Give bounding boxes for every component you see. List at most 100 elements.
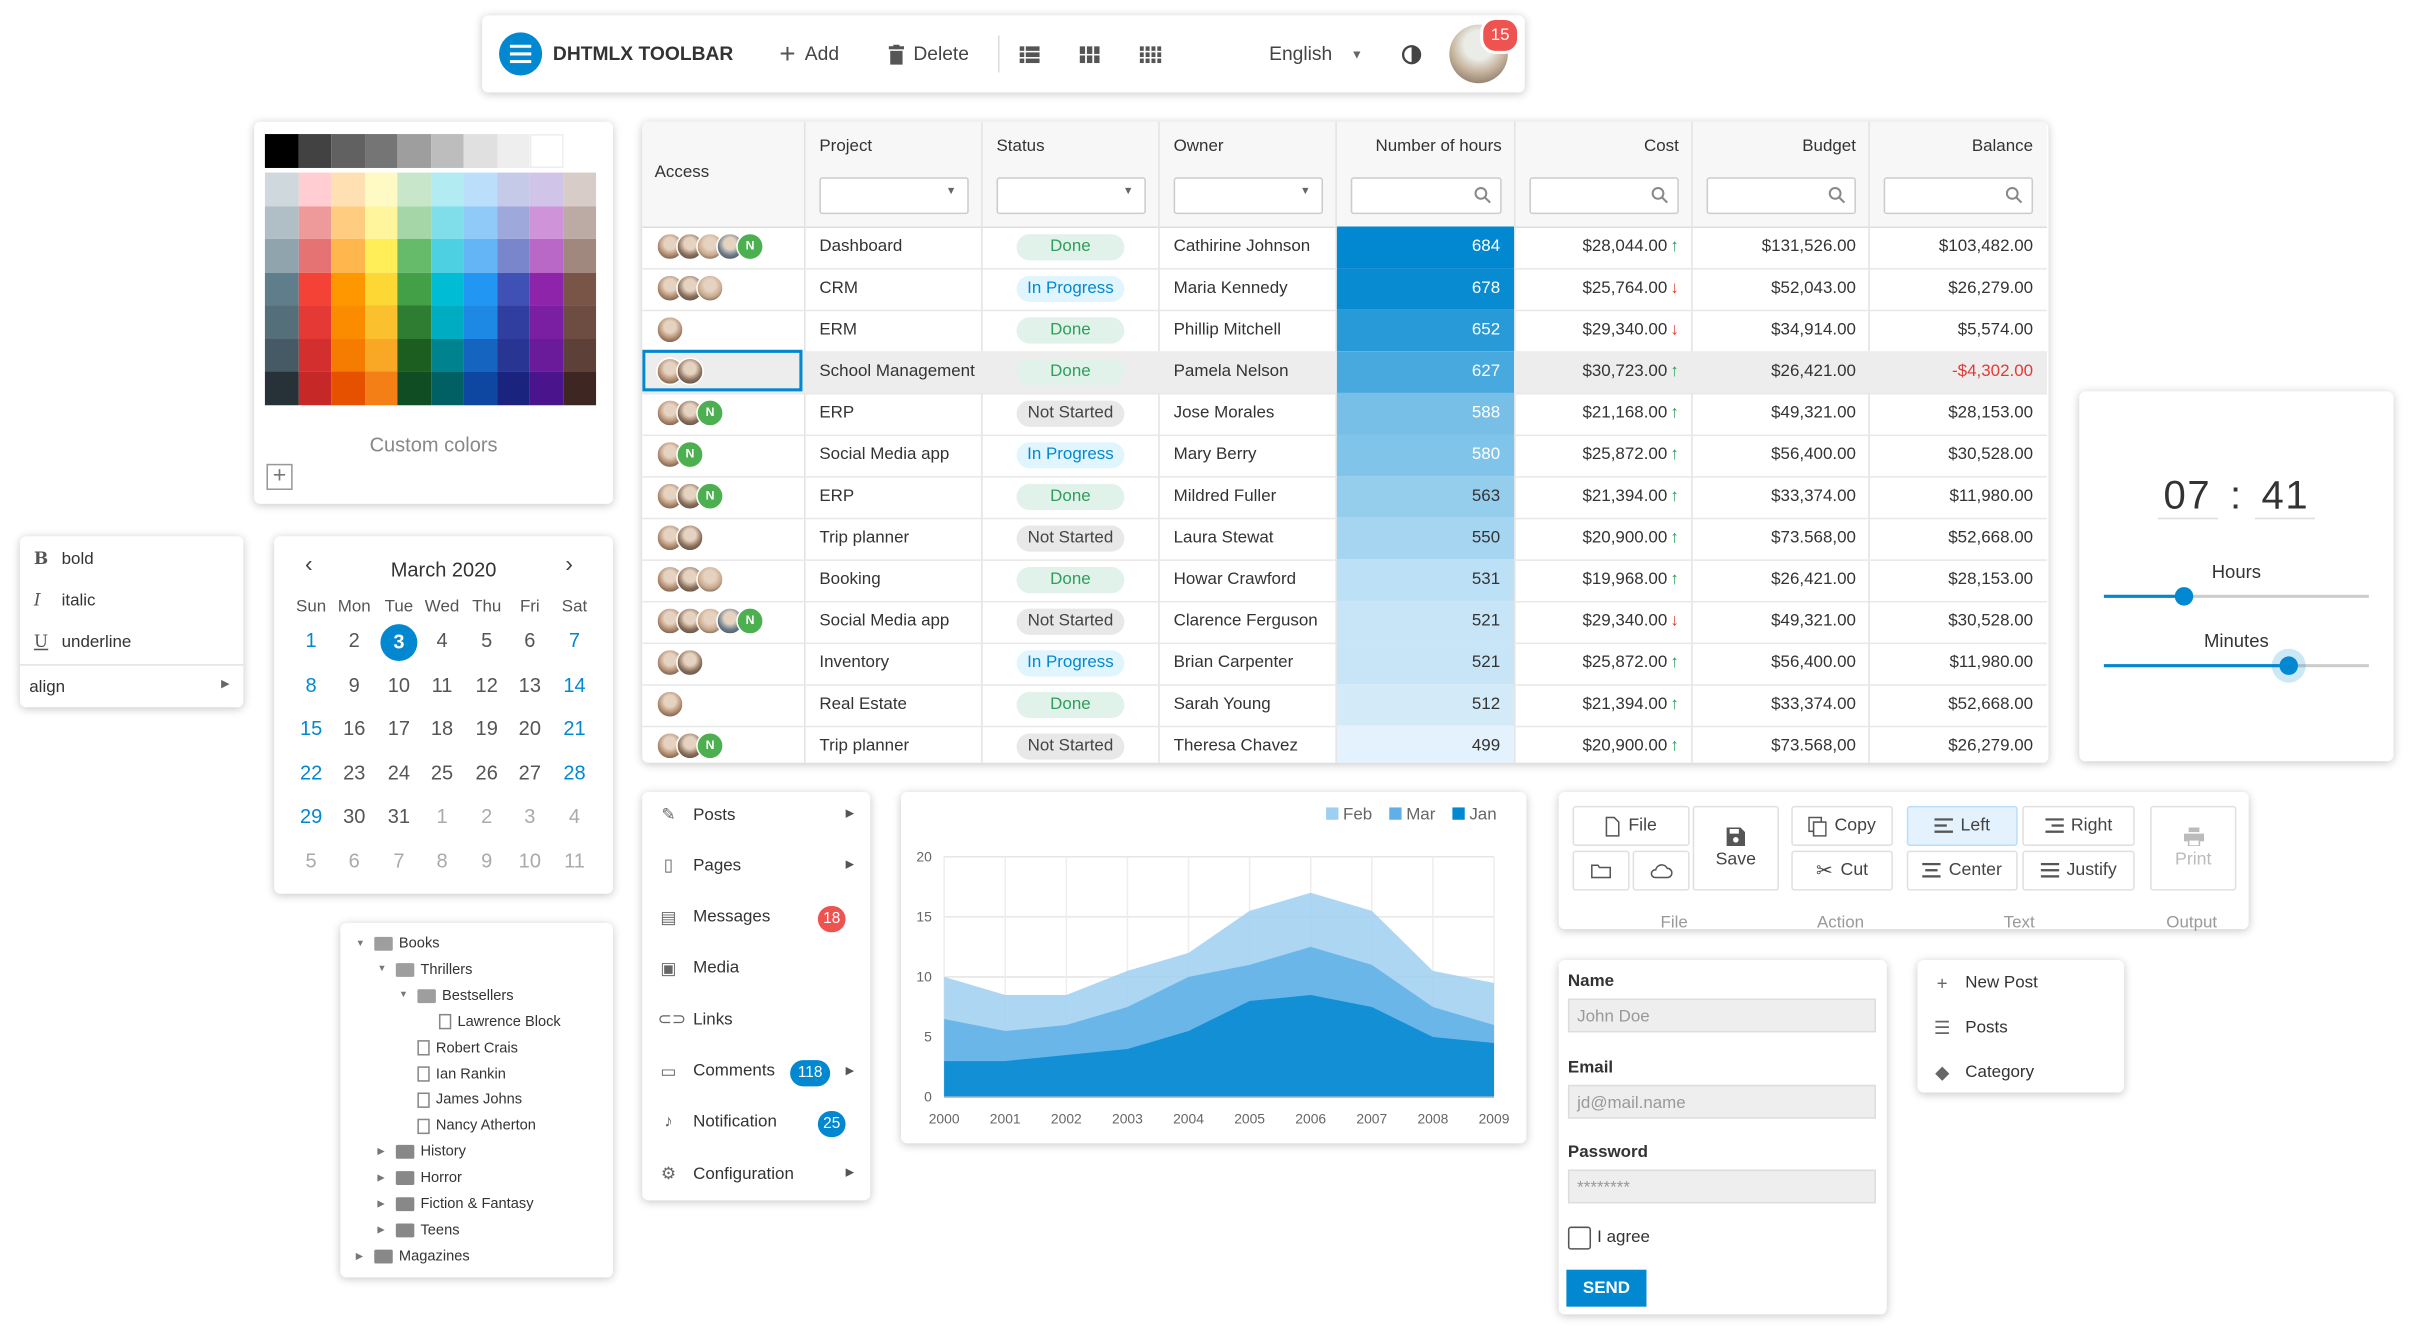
color-swatch[interactable] — [529, 271, 563, 306]
color-swatch[interactable] — [264, 271, 299, 306]
minutes-slider-track[interactable] — [2103, 648, 2369, 683]
color-swatch[interactable] — [364, 205, 398, 239]
color-swatch[interactable] — [397, 238, 431, 272]
calendar-day[interactable]: 6 — [333, 849, 376, 872]
color-swatch[interactable] — [430, 172, 464, 206]
calendar-day[interactable]: 26 — [465, 761, 508, 784]
color-swatch[interactable] — [430, 371, 464, 405]
agree-checkbox[interactable] — [1567, 1226, 1592, 1250]
calendar-day[interactable]: 2 — [465, 805, 508, 828]
color-swatch[interactable] — [430, 238, 464, 272]
color-swatch[interactable] — [562, 371, 597, 405]
color-swatch[interactable] — [298, 205, 332, 239]
menu-item-align[interactable]: align ▶ — [29, 678, 229, 696]
sidebar-item-posts[interactable]: ✎ Posts — [658, 804, 858, 824]
color-swatch[interactable] — [298, 271, 332, 306]
calendar-day[interactable]: 7 — [553, 629, 596, 652]
calendar-day[interactable]: 27 — [508, 761, 551, 784]
column-filter-input[interactable] — [1706, 177, 1856, 215]
color-swatch[interactable] — [496, 205, 530, 239]
color-swatch[interactable] — [331, 172, 365, 206]
color-swatch[interactable] — [463, 371, 497, 405]
calendar-day[interactable]: 5 — [465, 629, 508, 652]
calendar-day[interactable]: 8 — [420, 849, 463, 872]
caret-right-icon[interactable]: ▶ — [377, 1225, 389, 1235]
color-swatch[interactable] — [463, 172, 497, 206]
save-button[interactable]: Save — [1692, 805, 1779, 891]
color-swatch[interactable] — [264, 371, 299, 405]
color-swatch[interactable] — [331, 305, 365, 339]
color-swatch[interactable] — [397, 338, 431, 372]
color-swatch[interactable] — [331, 338, 365, 372]
color-swatch[interactable] — [264, 238, 299, 272]
calendar-day[interactable]: 9 — [465, 849, 508, 872]
calendar-day[interactable]: 25 — [420, 761, 463, 784]
column-header[interactable]: Project — [819, 137, 872, 155]
column-filter-input[interactable] — [1883, 177, 2034, 215]
calendar-day[interactable]: 6 — [508, 629, 551, 652]
calendar-day[interactable]: 11 — [553, 849, 596, 872]
calendar-day[interactable]: 31 — [377, 805, 420, 828]
color-swatch[interactable] — [562, 338, 597, 372]
print-button[interactable]: Print — [2150, 805, 2237, 891]
caret-down-icon[interactable]: ▼ — [377, 965, 389, 974]
caret-right-icon[interactable]: ▶ — [377, 1147, 389, 1157]
color-swatch[interactable] — [364, 271, 398, 306]
add-menu-item[interactable]: ◆ Category — [1933, 1062, 2133, 1084]
align-justify-button[interactable]: Justify — [2022, 850, 2135, 891]
calendar-day[interactable]: 22 — [290, 761, 333, 784]
send-button[interactable]: SEND — [1566, 1269, 1647, 1307]
color-swatch[interactable] — [298, 371, 332, 405]
color-swatch[interactable] — [397, 305, 431, 339]
cut-button[interactable]: ✂ Cut — [1791, 850, 1893, 891]
table-row[interactable]: School Management Done Pamela Nelson 627 $30… — [642, 349, 2047, 395]
calendar-day[interactable]: 28 — [553, 761, 596, 784]
tree-item[interactable]: Robert Crais — [399, 1039, 518, 1056]
column-header[interactable]: Owner — [1174, 137, 1224, 155]
password-input[interactable]: ******** — [1567, 1169, 1876, 1204]
color-swatch[interactable] — [298, 172, 332, 206]
sidebar-item-media[interactable]: ▣ Media — [658, 958, 858, 978]
color-swatch[interactable] — [496, 172, 530, 206]
align-left-button[interactable]: Left — [1906, 805, 2018, 846]
tree-item[interactable]: Nancy Atherton — [399, 1118, 536, 1135]
tree-item[interactable]: ▼ Thrillers — [377, 961, 472, 978]
calendar-day[interactable]: 29 — [290, 805, 333, 828]
add-menu-item[interactable]: ☰ Posts — [1933, 1017, 2133, 1039]
color-swatch[interactable] — [264, 338, 299, 372]
table-row[interactable]: Real Estate Done Sarah Young 512 $21,394.00 ↑… — [642, 684, 2047, 728]
table-row[interactable]: N ERP Done Mildred Fuller 563 $21,394.00 ↑ $33,… — [642, 476, 2047, 520]
color-swatch[interactable] — [496, 134, 530, 168]
tree-item[interactable]: ▶ History — [377, 1144, 466, 1161]
hours-slider-thumb[interactable] — [2175, 587, 2194, 606]
menu-item-bold[interactable]: Bbold — [34, 549, 94, 569]
color-swatch[interactable] — [463, 205, 497, 239]
calendar-day[interactable]: 13 — [508, 673, 551, 696]
column-header[interactable]: Status — [997, 137, 1045, 155]
add-button[interactable]: + Add — [779, 15, 839, 92]
tree-item[interactable]: ▶ Teens — [377, 1222, 459, 1239]
calendar-day[interactable]: 3 — [508, 805, 551, 828]
calendar-day[interactable]: 23 — [333, 761, 376, 784]
list-view-button[interactable] — [1019, 15, 1040, 92]
color-swatch[interactable] — [364, 338, 398, 372]
tree-item[interactable]: Ian Rankin — [399, 1066, 506, 1082]
color-swatch[interactable] — [529, 205, 563, 239]
caret-right-icon[interactable]: ▶ — [377, 1173, 389, 1183]
color-swatch[interactable] — [562, 172, 597, 206]
email-input[interactable]: jd@mail.name — [1567, 1084, 1876, 1119]
color-swatch[interactable] — [463, 305, 497, 339]
calendar-day[interactable]: 1 — [290, 629, 333, 652]
calendar-day[interactable]: 20 — [508, 717, 551, 740]
color-swatch[interactable] — [529, 134, 563, 168]
calendar-day[interactable]: 15 — [290, 717, 333, 740]
open-folder-button[interactable] — [1572, 850, 1630, 891]
color-swatch[interactable] — [397, 271, 431, 306]
color-swatch[interactable] — [430, 271, 464, 306]
color-swatch[interactable] — [496, 338, 530, 372]
color-swatch[interactable] — [496, 305, 530, 339]
sidebar-item-links[interactable]: ⊂⊃ Links — [658, 1010, 858, 1029]
tree-item[interactable]: ▶ Magazines — [356, 1248, 470, 1265]
calendar-day[interactable]: 17 — [377, 717, 420, 740]
cloud-button[interactable] — [1632, 850, 1690, 891]
